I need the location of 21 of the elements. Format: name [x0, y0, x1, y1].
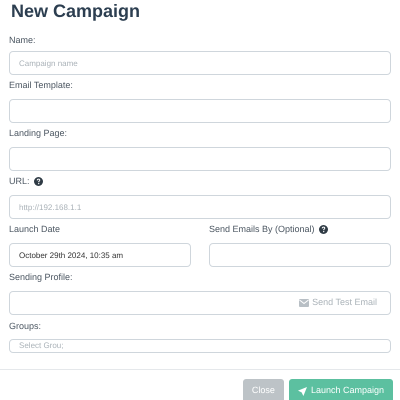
- envelope-icon: [299, 299, 310, 307]
- input-field[interactable]: http://192.168.1.1: [9, 195, 391, 219]
- input-field[interactable]: October 29th 2024, 10:35 am: [9, 243, 191, 267]
- launch-button[interactable]: Launch Campaign: [288, 379, 393, 400]
- send-test-email-button[interactable]: Send Test Email: [299, 296, 377, 310]
- select-field[interactable]: Send Test Email: [9, 291, 391, 315]
- dialog-title: New Campaign: [10, 0, 140, 22]
- input-field[interactable]: [9, 147, 391, 171]
- input-field[interactable]: Campaign name: [9, 51, 391, 75]
- close-button[interactable]: Close: [242, 379, 284, 400]
- field-label: Sending Profile:: [9, 270, 73, 284]
- field-label: Launch Date: [9, 222, 60, 236]
- field-label: Landing Page:: [9, 126, 68, 140]
- field-label: URL:: [9, 174, 30, 188]
- input-field[interactable]: [9, 99, 391, 123]
- input-field[interactable]: Select Grou;: [9, 339, 391, 353]
- field-label: Email Template:: [9, 78, 73, 92]
- field-label: Groups:: [9, 320, 42, 333]
- field-label: Send Emails By (Optional): [209, 222, 315, 236]
- field-label: Name:: [9, 34, 36, 47]
- input-field[interactable]: [209, 243, 391, 267]
